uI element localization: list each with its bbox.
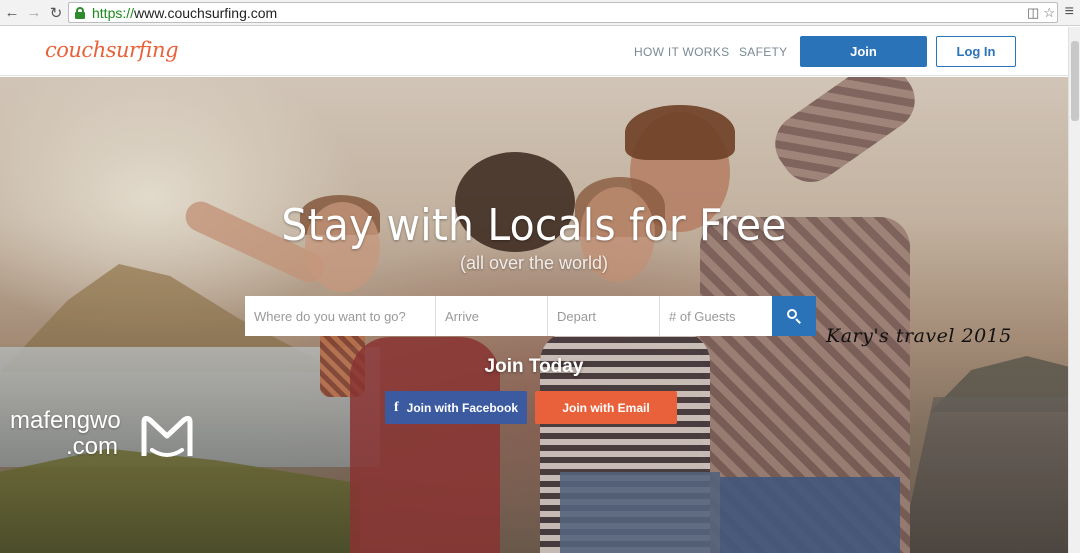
hero-section: Stay with Locals for Free (all over the … [0,77,1068,553]
url-host: www.couchsurfing.com [134,4,278,21]
login-button[interactable]: Log In [936,36,1016,67]
couchsurfing-logo[interactable]: couchsurfing [45,38,179,62]
destination-input[interactable]: Where do you want to go? [245,296,436,336]
page-scrollbar[interactable] [1068,27,1080,553]
arrive-date-input[interactable]: Arrive [436,296,548,336]
back-icon[interactable]: ← [2,3,22,23]
forward-icon[interactable]: → [24,3,44,23]
mafengwo-line1: mafengwo [10,407,121,434]
facebook-icon: f [393,399,399,415]
search-icon [787,309,801,324]
join-today-heading: Join Today [484,356,584,377]
hero-subtitle: (all over the world) [459,253,609,273]
nav-safety[interactable]: SAFETY [739,45,787,59]
bookmark-star-icon[interactable]: ☆ [1043,5,1055,21]
search-button[interactable] [772,296,816,336]
browser-toolbar: ← → ↻ https:// www.couchsurfing.com ◫ ☆ … [0,0,1080,26]
join-facebook-label: Join with Facebook [406,400,519,415]
address-bar[interactable]: https:// www.couchsurfing.com ◫ ☆ [68,2,1058,23]
kary-travel-watermark: Kary's travel 2015 [826,325,1012,347]
nav-how-it-works[interactable]: HOW IT WORKS [634,45,729,59]
hero-title: Stay with Locals for Free [281,200,787,251]
translate-icon[interactable]: ◫ [1027,5,1039,21]
site-header: couchsurfing HOW IT WORKS SAFETY Join Lo… [0,27,1068,76]
join-facebook-button[interactable]: f Join with Facebook [385,391,527,424]
url-scheme: https:// [92,4,135,21]
reload-icon[interactable]: ↻ [46,3,66,23]
guests-input[interactable]: # of Guests [660,296,772,336]
join-button[interactable]: Join [800,36,927,67]
join-email-button[interactable]: Join with Email [535,391,677,424]
browser-menu-icon[interactable]: ≡ [1065,4,1074,20]
lock-icon [75,6,85,19]
search-form: Where do you want to go? Arrive Depart #… [245,296,816,336]
mafengwo-line2: .com [66,433,119,460]
mafengwo-watermark: mafengwo .com [10,408,121,460]
depart-date-input[interactable]: Depart [548,296,660,336]
mafengwo-logo-icon [141,415,193,457]
scrollbar-thumb[interactable] [1071,41,1079,121]
